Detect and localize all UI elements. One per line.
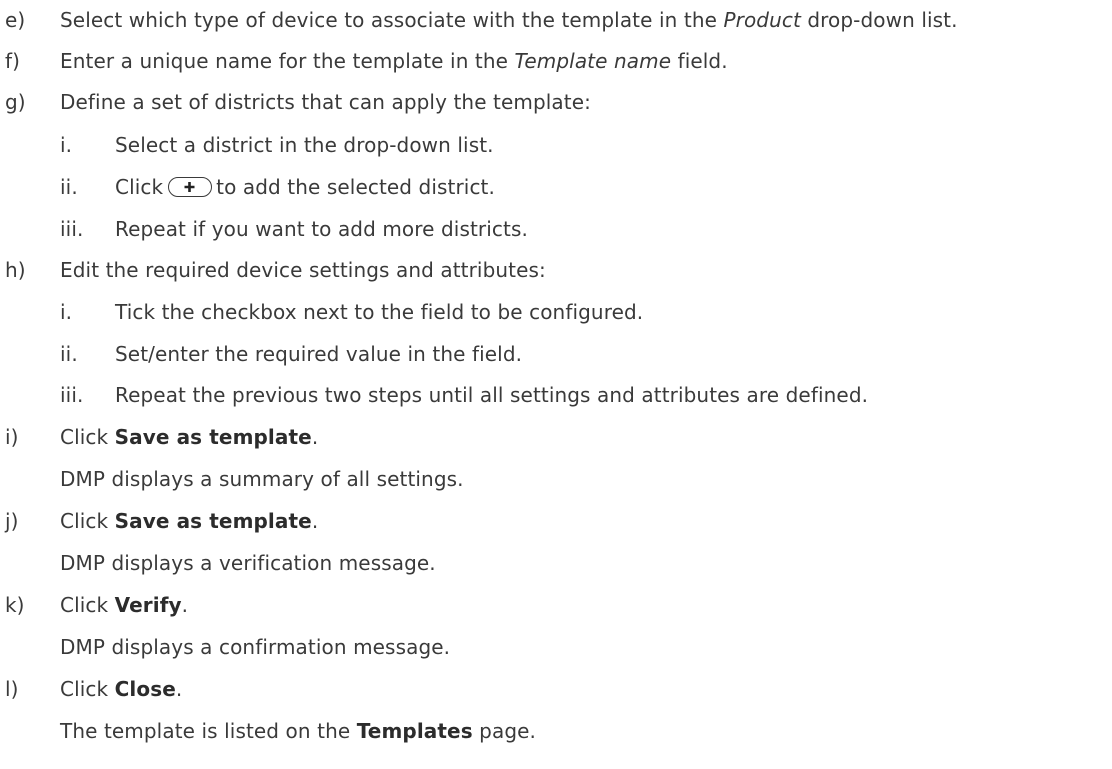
substep-label: i. (60, 300, 73, 324)
result-text: DMP displays a confirmation message. (60, 635, 451, 659)
substep-text: Tick the checkbox next to the field to b… (115, 300, 644, 324)
substep-label: ii. (60, 342, 78, 366)
templates-term: Templates (356, 719, 473, 743)
substep-label: iii. (60, 383, 84, 407)
step-label: e) (5, 8, 26, 32)
step-text: Edit the required device settings and at… (60, 258, 546, 282)
step-text: Click Save as template. (60, 425, 319, 449)
step-label: h) (5, 258, 26, 282)
result-text: DMP displays a verification message. (60, 551, 436, 575)
step-text: Click Save as template. (60, 509, 319, 533)
substep-text: Select a district in the drop-down list. (115, 133, 494, 157)
result-text: DMP displays a summary of all settings. (60, 467, 464, 491)
result-text: The template is listed on the Templates … (60, 719, 536, 743)
step-label: f) (5, 49, 21, 73)
product-term: Product (723, 8, 801, 32)
step-text: Define a set of districts that can apply… (60, 90, 591, 114)
step-text: Click Verify. (60, 593, 189, 617)
add-district-button (168, 176, 213, 197)
step-label: g) (5, 90, 26, 114)
step-text: Enter a unique name for the template in … (60, 49, 728, 73)
substep-text: Repeat the previous two steps until all … (115, 383, 869, 407)
step-label: i) (5, 425, 19, 449)
substep-label: iii. (60, 217, 84, 241)
step-text: Select which type of device to associate… (60, 8, 958, 32)
substep-text: Repeat if you want to add more districts… (115, 217, 528, 241)
step-label: k) (5, 593, 25, 617)
verify-term: Verify (114, 593, 182, 617)
save-as-template-term: Save as template (114, 425, 312, 449)
substep-label: ii. (60, 175, 78, 199)
substep-text: Click to add the selected district. (115, 175, 495, 199)
close-term: Close (114, 677, 176, 701)
step-text: Click Close. (60, 677, 183, 701)
plus-icon (184, 181, 195, 192)
substep-text: Set/enter the required value in the fiel… (115, 342, 523, 366)
step-label: l) (5, 677, 19, 701)
substep-label: i. (60, 133, 73, 157)
step-label: j) (5, 509, 19, 533)
save-as-template-term: Save as template (114, 509, 312, 533)
template-name-term: Template name (514, 49, 672, 73)
